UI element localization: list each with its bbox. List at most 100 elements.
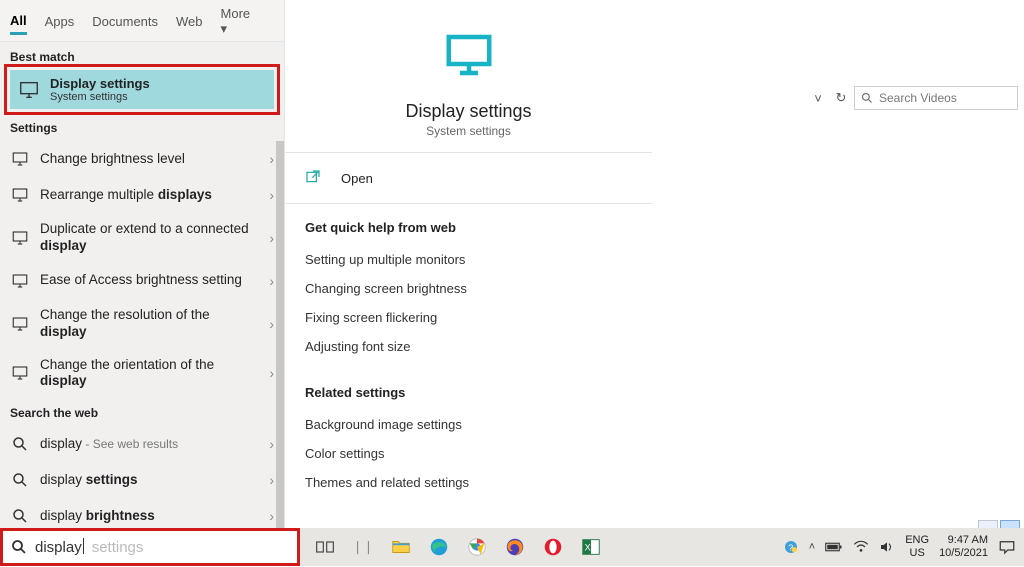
settings-result[interactable]: Ease of Access brightness setting ›	[0, 263, 284, 299]
help-tray-icon[interactable]: ?	[783, 539, 799, 555]
monitor-icon	[10, 314, 30, 334]
tab-documents[interactable]: Documents	[92, 8, 158, 33]
system-tray: ? ˄ ENGUS 9:47 AM10/5/2021	[783, 534, 1024, 559]
quick-help-block: Get quick help from web Setting up multi…	[285, 204, 652, 377]
related-link[interactable]: Background image settings	[305, 410, 632, 439]
task-view-button[interactable]	[308, 530, 342, 564]
open-icon	[305, 169, 323, 187]
tray-chevron-up-icon[interactable]: ˄	[809, 541, 815, 553]
explorer-address-bar: ˅ ↻ Search Videos	[652, 84, 1024, 112]
search-tabs: All Apps Documents Web More ▾ ⋯	[0, 0, 284, 42]
wifi-icon[interactable]	[853, 540, 869, 554]
settings-result[interactable]: Change the orientation of the display ›	[0, 349, 284, 399]
search-icon	[10, 470, 30, 490]
battery-icon[interactable]	[825, 541, 843, 553]
section-settings: Settings	[0, 113, 284, 141]
explorer-search-placeholder: Search Videos	[879, 91, 957, 105]
section-search-web: Search the web	[0, 398, 284, 426]
open-action[interactable]: Open	[285, 153, 652, 204]
search-completion-hint: settings	[92, 539, 144, 556]
volume-icon[interactable]	[879, 540, 895, 554]
chrome-button[interactable]	[460, 530, 494, 564]
chevron-right-icon: ›	[269, 273, 274, 289]
taskbar-divider-icon: ❘❘	[346, 530, 380, 564]
settings-result[interactable]: Rearrange multiple displays ›	[0, 177, 284, 213]
chevron-right-icon: ›	[269, 187, 274, 203]
result-label: display brightness	[40, 508, 259, 525]
help-link[interactable]: Setting up multiple monitors	[305, 245, 632, 274]
best-match-result[interactable]: Display settings System settings	[10, 70, 274, 109]
search-typed-text: display	[35, 538, 84, 556]
search-icon	[861, 92, 873, 104]
related-settings-block: Related settings Background image settin…	[285, 377, 652, 513]
search-icon	[10, 434, 30, 454]
monitor-icon	[18, 79, 40, 101]
settings-result[interactable]: Duplicate or extend to a connected displ…	[0, 213, 284, 263]
search-results-column: All Apps Documents Web More ▾ ⋯ Best mat…	[0, 0, 284, 528]
monitor-icon	[442, 28, 496, 82]
quick-help-heading: Get quick help from web	[305, 220, 632, 235]
monitor-icon	[10, 228, 30, 248]
result-label: Change brightness level	[40, 151, 259, 168]
result-label: Duplicate or extend to a connected displ…	[40, 221, 259, 255]
svg-text:X: X	[585, 543, 591, 553]
result-label: Change the orientation of the display	[40, 357, 259, 391]
search-icon	[10, 506, 30, 526]
search-icon	[11, 539, 27, 555]
result-label: Rearrange multiple displays	[40, 187, 259, 204]
language-indicator[interactable]: ENGUS	[905, 534, 929, 559]
web-result[interactable]: display brightness ›	[0, 498, 284, 528]
result-label: Change the resolution of the display	[40, 307, 259, 341]
best-match-subtitle: System settings	[50, 91, 150, 103]
chevron-right-icon: ›	[269, 472, 274, 488]
start-search-input[interactable]: display settings	[0, 528, 300, 566]
section-best-match: Best match	[0, 42, 284, 70]
search-detail-pane: Display settings System settings Open Ge…	[284, 0, 652, 528]
start-search-panel: All Apps Documents Web More ▾ ⋯ Best mat…	[0, 0, 652, 528]
result-label: display settings	[40, 472, 259, 489]
help-link[interactable]: Fixing screen flickering	[305, 303, 632, 332]
taskbar: ❘❘ X ? ˄ ENGUS 9:47 AM10/5/2021	[300, 528, 1024, 566]
chevron-right-icon: ›	[269, 230, 274, 246]
web-result[interactable]: display - See web results ›	[0, 426, 284, 462]
edge-button[interactable]	[422, 530, 456, 564]
open-label: Open	[341, 171, 373, 186]
scrollbar-thumb[interactable]	[276, 141, 284, 528]
detail-title: Display settings	[301, 101, 636, 122]
explorer-search-input[interactable]: Search Videos	[854, 86, 1018, 110]
firefox-button[interactable]	[498, 530, 532, 564]
best-match-title: Display settings	[50, 76, 150, 91]
result-label: Ease of Access brightness setting	[40, 272, 259, 289]
chevron-right-icon: ›	[269, 151, 274, 167]
chevron-right-icon: ›	[269, 508, 274, 524]
opera-button[interactable]	[536, 530, 570, 564]
file-explorer-button[interactable]	[384, 530, 418, 564]
settings-result[interactable]: Change brightness level ›	[0, 141, 284, 177]
monitor-icon	[10, 363, 30, 383]
tab-more[interactable]: More ▾	[221, 0, 251, 41]
tab-apps[interactable]: Apps	[45, 8, 75, 33]
address-dropdown-icon[interactable]: ˅	[808, 91, 828, 106]
tab-all[interactable]: All	[10, 7, 27, 35]
detail-subtitle: System settings	[301, 124, 636, 138]
action-center-icon[interactable]	[998, 539, 1016, 555]
help-link[interactable]: Changing screen brightness	[305, 274, 632, 303]
web-result[interactable]: display settings ›	[0, 462, 284, 498]
tab-web[interactable]: Web	[176, 8, 203, 33]
related-link[interactable]: Color settings	[305, 439, 632, 468]
related-link[interactable]: Themes and related settings	[305, 468, 632, 497]
chevron-down-icon: ▾	[221, 21, 228, 36]
chevron-right-icon: ›	[269, 436, 274, 452]
monitor-icon	[10, 185, 30, 205]
settings-result[interactable]: Change the resolution of the display ›	[0, 299, 284, 349]
results-list: Change brightness level › Rearrange mult…	[0, 141, 284, 528]
related-settings-heading: Related settings	[305, 385, 632, 400]
chevron-right-icon: ›	[269, 316, 274, 332]
clock[interactable]: 9:47 AM10/5/2021	[939, 534, 988, 559]
excel-button[interactable]: X	[574, 530, 608, 564]
result-label: display - See web results	[40, 436, 259, 453]
refresh-icon[interactable]: ↻	[828, 90, 854, 106]
help-link[interactable]: Adjusting font size	[305, 332, 632, 361]
monitor-icon	[10, 149, 30, 169]
chevron-right-icon: ›	[269, 365, 274, 381]
